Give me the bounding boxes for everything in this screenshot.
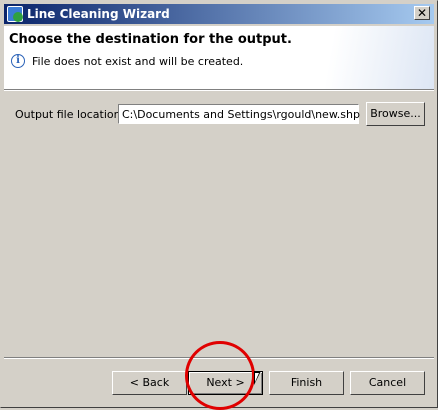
finish-button[interactable]: Finish (269, 371, 344, 395)
close-button[interactable]: ✕ (414, 6, 430, 20)
browse-button[interactable]: Browse... (366, 102, 425, 126)
output-location-input[interactable]: C:\Documents and Settings\rgould\new.shp (118, 104, 360, 124)
output-location-label: Output file location: (15, 108, 125, 121)
next-button[interactable]: Next > (188, 371, 263, 395)
app-icon (7, 6, 23, 22)
window-title: Line Cleaning Wizard (27, 7, 170, 21)
header-divider (4, 89, 434, 91)
wizard-window: Line Cleaning Wizard ✕ Choose the destin… (0, 0, 438, 408)
back-button[interactable]: < Back (112, 371, 187, 395)
status-message: File does not exist and will be created. (32, 55, 244, 68)
page-title: Choose the destination for the output. (9, 32, 292, 47)
title-bar[interactable]: Line Cleaning Wizard ✕ (4, 4, 434, 24)
cancel-button[interactable]: Cancel (350, 371, 425, 395)
wizard-header: Choose the destination for the output. i… (4, 26, 434, 90)
footer-divider (4, 357, 434, 359)
mouse-cursor-icon (254, 371, 261, 385)
info-icon: i (11, 54, 25, 68)
